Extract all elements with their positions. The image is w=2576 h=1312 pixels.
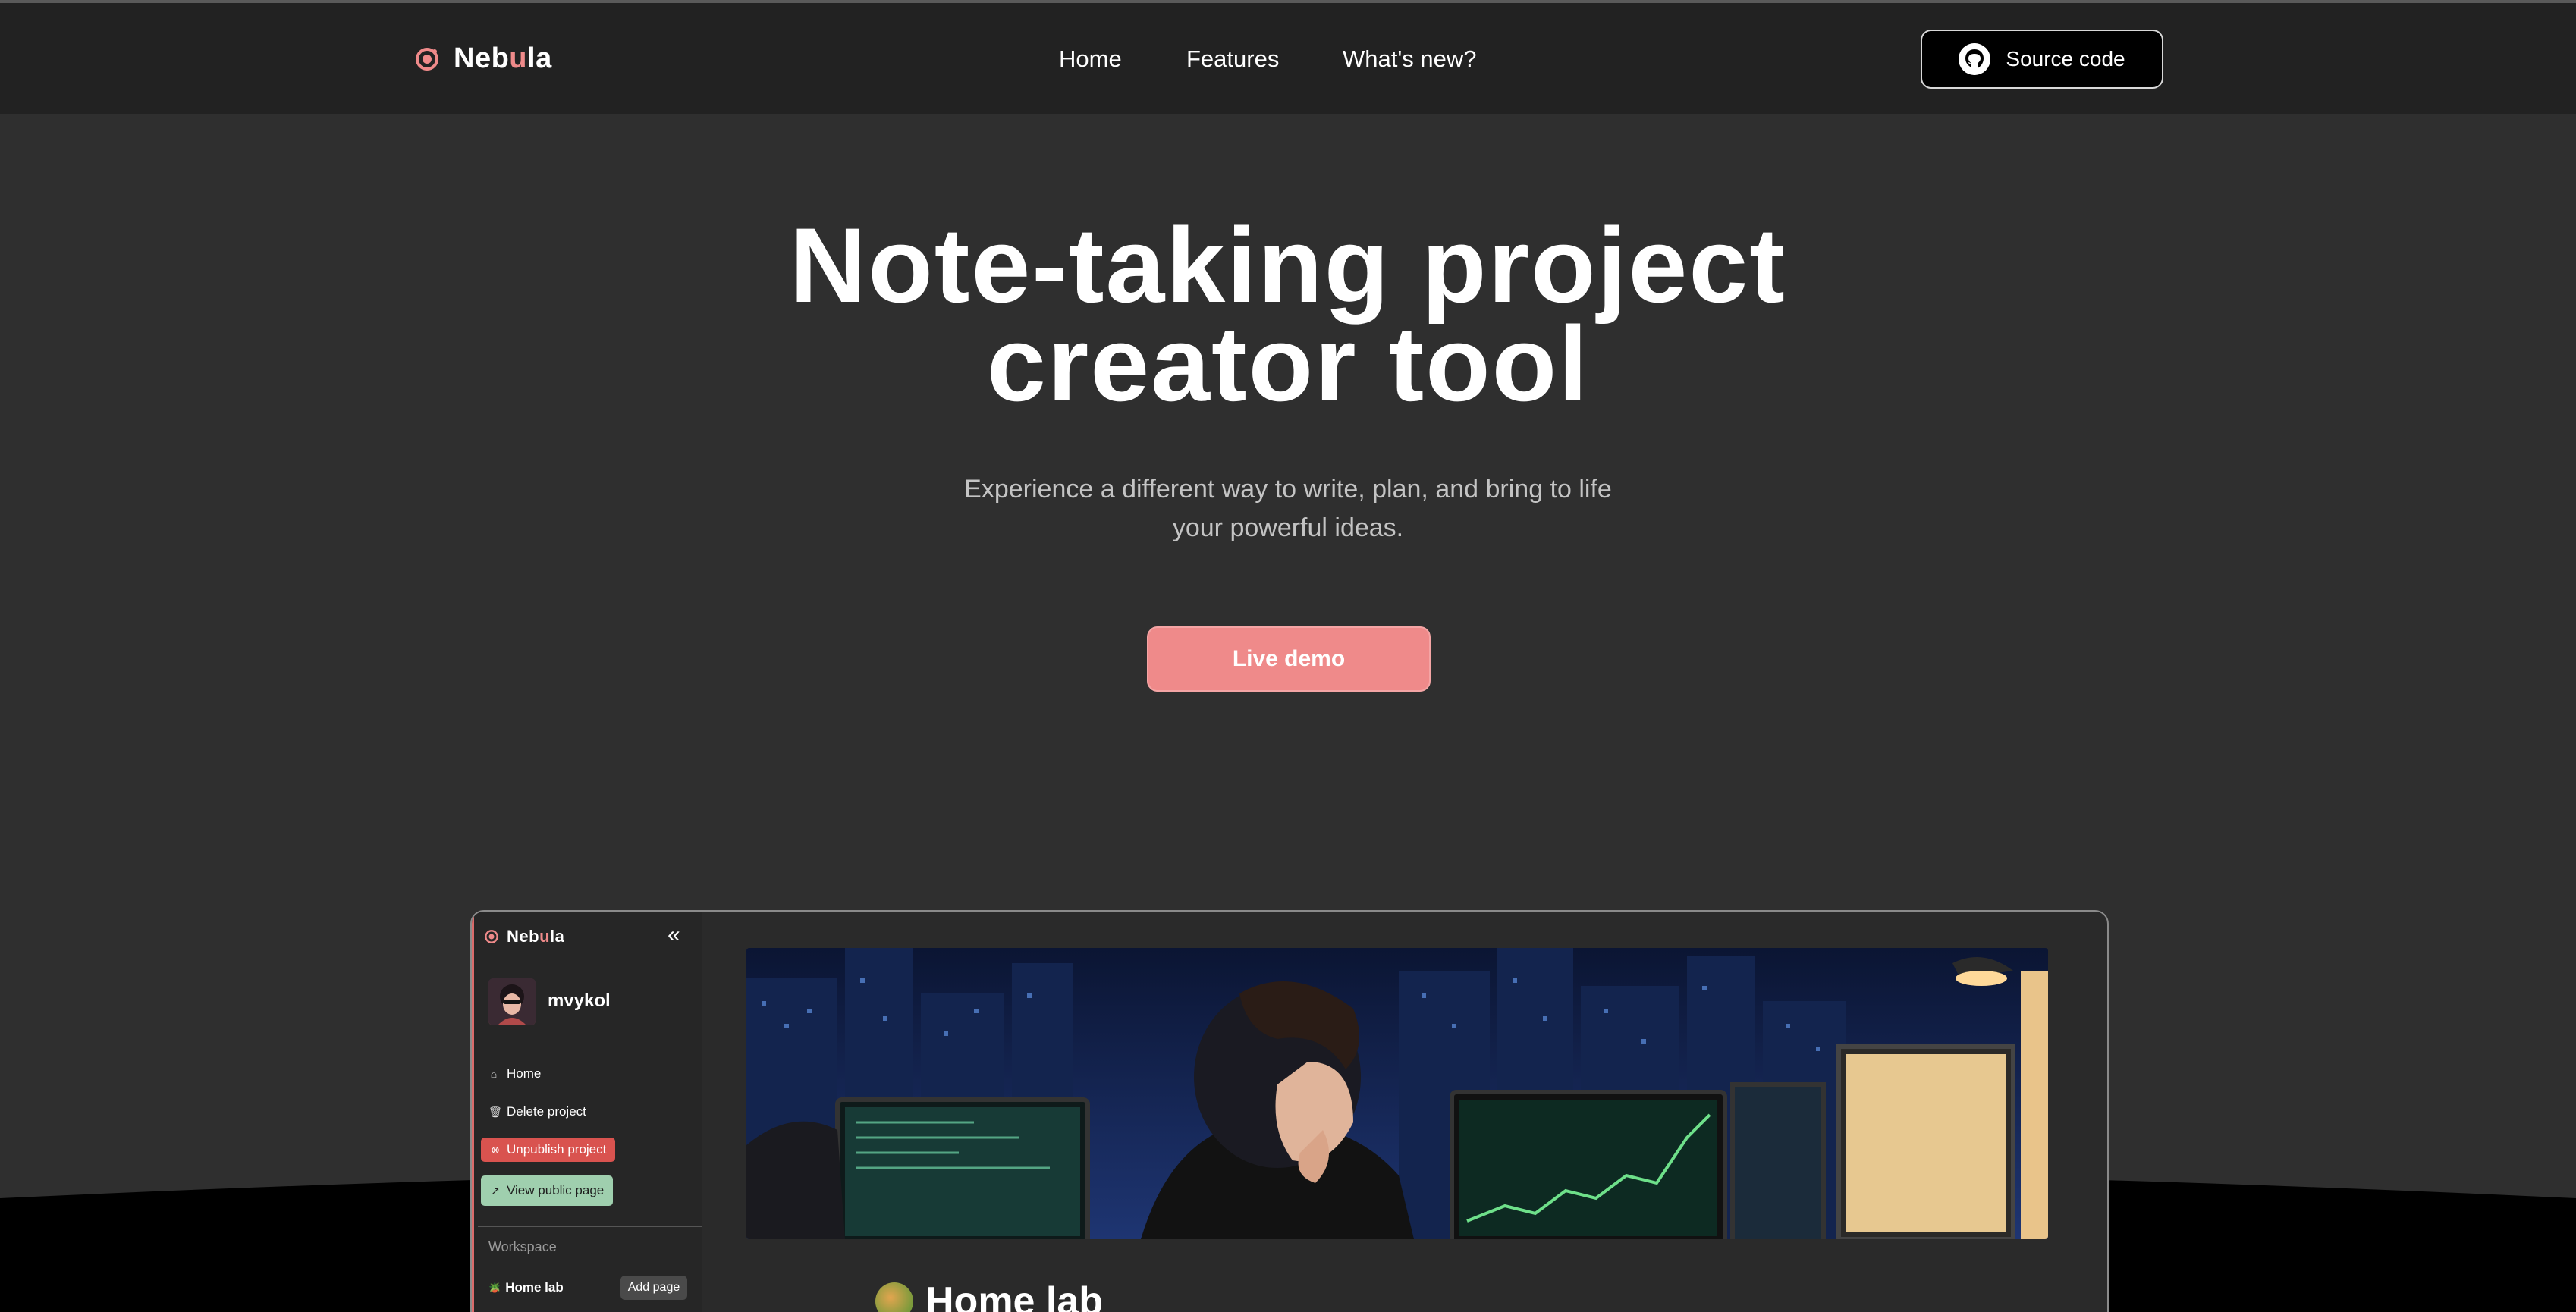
cover-image [746,948,2048,1239]
hero-title-line-2: creator tool [986,304,1590,423]
source-code-label: Source code [2006,47,2125,71]
preview-brand-name: Nebula [507,927,565,946]
home-icon: ⌂ [490,1068,498,1080]
unpublish-icon: ⊗ [491,1143,500,1156]
sidebar-item-label: Home [507,1066,542,1081]
unpublish-project-button[interactable]: ⊗ Unpublish project [481,1138,616,1162]
house-plant-icon [875,1282,913,1312]
page-title-text: Home lab [925,1279,1104,1312]
preview-sidebar: Nebula « mvykol ⌂ Home 🗑 Delete project … [472,912,702,1312]
nav-link-features[interactable]: Features [1186,46,1279,73]
hero-title: Note-taking project creator tool [0,212,2576,417]
sidebar-page-home-lab[interactable]: 🪴 Home lab [488,1280,564,1295]
hero-subtitle-line-1: Experience a different way to write, pla… [964,475,1612,504]
cover-illustration [746,948,2048,1239]
sidebar-page-label: Home lab [505,1280,564,1295]
sidebar-item-home[interactable]: ⌂ Home [488,1066,542,1081]
view-public-label: View public page [507,1183,605,1197]
add-page-button[interactable]: Add page [620,1276,687,1300]
workspace-heading: Workspace [488,1239,557,1254]
avatar[interactable] [488,978,536,1025]
page-title: Home lab [875,1279,1103,1312]
preview-brand[interactable]: Nebula [484,927,564,946]
nav-link-home[interactable]: Home [1059,46,1122,73]
trash-icon: 🗑 [488,1105,502,1118]
username: mvykol [548,990,611,1011]
nav-link-whats-new[interactable]: What's new? [1343,46,1477,73]
avatar-image [488,978,536,1025]
sidebar-item-delete-project[interactable]: 🗑 Delete project [488,1104,586,1119]
hero-subtitle: Experience a different way to write, pla… [925,470,1651,548]
app-preview: Nebula « mvykol ⌂ Home 🗑 Delete project … [470,910,2109,1312]
sidebar-item-label: Delete project [507,1104,586,1119]
house-plant-icon: 🪴 [488,1282,501,1293]
view-public-page-button[interactable]: ↗ View public page [481,1175,614,1206]
source-code-button[interactable]: Source code [1921,30,2163,89]
external-link-icon: ↗ [491,1184,500,1197]
navbar: Nebula Home Features What's new? Source … [0,3,2576,114]
sidebar-accent-bar [472,912,474,1312]
github-icon [1959,43,1991,75]
collapse-icon[interactable]: « [668,924,680,946]
hero-subtitle-line-2: your powerful ideas. [1172,513,1404,542]
sidebar-divider [478,1226,702,1227]
nav-links: Home Features What's new? [0,46,2576,76]
nebula-logo-icon [485,930,498,943]
live-demo-button[interactable]: Live demo [1147,626,1431,692]
unpublish-label: Unpublish project [507,1142,607,1157]
